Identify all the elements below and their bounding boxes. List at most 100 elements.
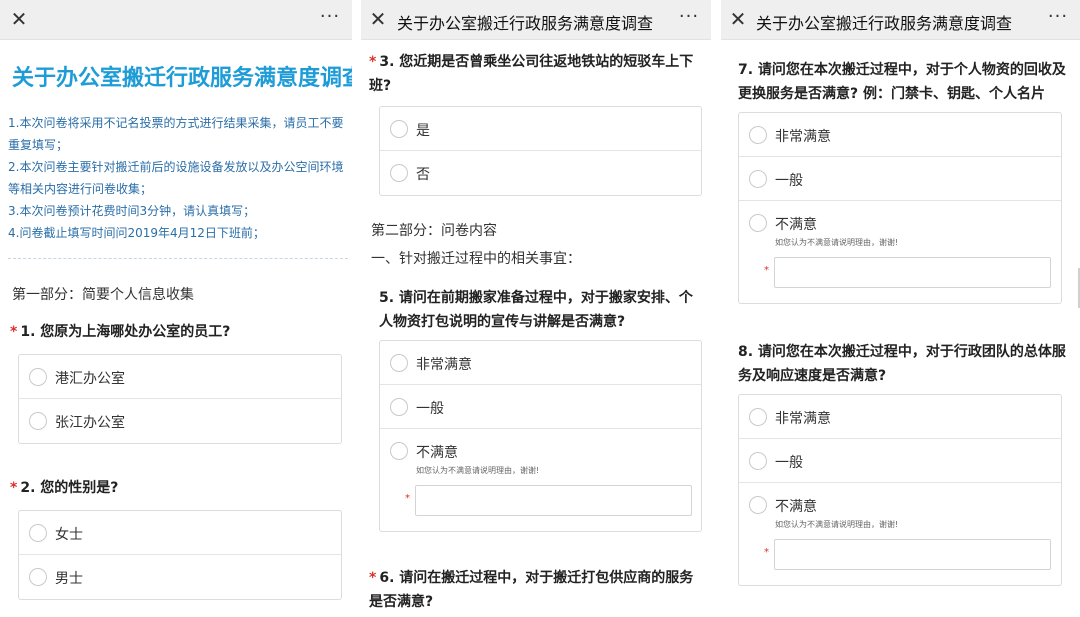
top-bar: ✕ ··· — [0, 0, 352, 40]
question-6: * 6. 请问在搬迁过程中，对于搬迁打包供应商的服务是否满意? — [369, 566, 703, 614]
option-label: 不满意 — [775, 499, 817, 515]
question-text: 3. 您近期是否曾乘坐公司往返地铁站的短驳车上下班? — [369, 54, 694, 94]
option-label: 否 — [416, 167, 430, 183]
survey-panel-2: ✕ 关于办公室搬迁行政服务满意度调查 ··· * 3. 您近期是否曾乘坐公司往返地… — [361, 0, 711, 617]
radio-icon[interactable] — [29, 524, 47, 542]
panel-gap — [352, 0, 361, 617]
question-3: * 3. 您近期是否曾乘坐公司往返地铁站的短驳车上下班? — [369, 50, 699, 98]
option-一般[interactable]: 一般 — [380, 385, 701, 429]
radio-icon[interactable] — [749, 170, 767, 188]
survey-title: 关于办公室搬迁行政服务满意度调查 — [12, 66, 352, 91]
option-label: 一般 — [775, 455, 803, 471]
intro-line: 1.本次问卷将采用不记名投票的方式进行结果采集，请员工不要重复填写； — [8, 116, 344, 152]
intro-line: 4.问卷截止填写时间问2019年4月12日下班前； — [8, 226, 265, 240]
option-label: 一般 — [775, 173, 803, 189]
option-女士[interactable]: 女士 — [19, 511, 341, 555]
option-label: 非常满意 — [775, 129, 831, 145]
radio-icon[interactable] — [29, 568, 47, 586]
radio-icon[interactable] — [390, 164, 408, 182]
more-icon[interactable]: ··· — [1046, 8, 1070, 29]
survey-intro: 1.本次问卷将采用不记名投票的方式进行结果采集，请员工不要重复填写； 2.本次问… — [8, 112, 352, 244]
radio-icon[interactable] — [29, 412, 47, 430]
top-bar: ✕ 关于办公室搬迁行政服务满意度调查 ··· — [361, 0, 711, 40]
required-mark: * — [405, 493, 410, 504]
radio-icon[interactable] — [390, 354, 408, 372]
option-港汇办公室[interactable]: 港汇办公室 — [19, 355, 341, 399]
question-5: 5. 请问在前期搬家准备过程中，对于搬家安排、个人物资打包说明的宣传与讲解是否满… — [379, 286, 703, 334]
option-非常满意[interactable]: 非常满意 — [739, 395, 1061, 439]
option-label: 是 — [416, 123, 430, 139]
radio-icon[interactable] — [390, 398, 408, 416]
option-一般[interactable]: 一般 — [739, 439, 1061, 483]
option-label: 非常满意 — [775, 411, 831, 427]
question-text: 5. 请问在前期搬家准备过程中，对于搬家安排、个人物资打包说明的宣传与讲解是否满… — [379, 290, 693, 330]
more-icon[interactable]: ··· — [318, 8, 342, 29]
question-1-options: 港汇办公室 张江办公室 — [18, 354, 342, 444]
question-3-options: 是 否 — [379, 106, 702, 196]
option-label: 非常满意 — [416, 357, 472, 373]
question-5-options: 非常满意 一般 不满意 如您认为不满意请说明理由，谢谢! * — [379, 340, 702, 532]
intro-line: 3.本次问卷预计花费时间3分钟，请认真填写； — [8, 204, 256, 218]
option-label: 一般 — [416, 401, 444, 417]
question-7: 7. 请问您在本次搬迁过程中，对于个人物资的回收及更换服务是否满意? 例：门禁卡… — [738, 58, 1066, 106]
radio-icon[interactable] — [749, 214, 767, 232]
close-icon[interactable]: ✕ — [8, 8, 30, 30]
close-icon[interactable]: ✕ — [367, 8, 389, 30]
required-mark: * — [369, 570, 377, 586]
radio-icon[interactable] — [749, 452, 767, 470]
option-一般[interactable]: 一般 — [739, 157, 1061, 201]
required-mark: * — [369, 54, 377, 70]
radio-icon[interactable] — [29, 368, 47, 386]
divider — [8, 258, 348, 259]
more-icon[interactable]: ··· — [677, 8, 701, 29]
question-text: 7. 请问您在本次搬迁过程中，对于个人物资的回收及更换服务是否满意? 例：门禁卡… — [738, 62, 1066, 102]
question-text: 1. 您原为上海哪处办公室的员工? — [20, 324, 231, 340]
question-2: * 2. 您的性别是? — [10, 476, 348, 500]
option-非常满意[interactable]: 非常满意 — [380, 341, 701, 385]
reason-hint: 如您认为不满意请说明理由，谢谢! — [416, 466, 540, 475]
option-是[interactable]: 是 — [380, 107, 701, 151]
bar-title: 关于办公室搬迁行政服务满意度调查 — [397, 14, 654, 33]
radio-icon[interactable] — [749, 126, 767, 144]
radio-icon[interactable] — [390, 442, 408, 460]
reason-input[interactable] — [415, 485, 692, 516]
intro-line: 2.本次问卷主要针对搬迁前后的设施设备发放以及办公空间环境等相关内容进行问卷收集… — [8, 160, 344, 196]
close-icon[interactable]: ✕ — [727, 8, 749, 30]
reason-input[interactable] — [774, 257, 1051, 288]
question-8-options: 非常满意 一般 不满意 如您认为不满意请说明理由，谢谢! * — [738, 394, 1062, 586]
option-不满意[interactable]: 不满意 如您认为不满意请说明理由，谢谢! * — [739, 201, 1061, 303]
option-label: 港汇办公室 — [55, 371, 125, 387]
option-label: 张江办公室 — [55, 415, 125, 431]
option-label: 不满意 — [416, 445, 458, 461]
option-不满意[interactable]: 不满意 如您认为不满意请说明理由，谢谢! * — [380, 429, 701, 531]
question-text: 8. 请问您在本次搬迁过程中，对于行政团队的总体服务及响应速度是否满意? — [738, 344, 1066, 384]
bar-title: 关于办公室搬迁行政服务满意度调查 — [756, 14, 1013, 33]
question-1: * 1. 您原为上海哪处办公室的员工? — [10, 320, 348, 344]
reason-hint: 如您认为不满意请说明理由，谢谢! — [775, 238, 899, 247]
option-否[interactable]: 否 — [380, 151, 701, 195]
radio-icon[interactable] — [390, 120, 408, 138]
option-不满意[interactable]: 不满意 如您认为不满意请说明理由，谢谢! * — [739, 483, 1061, 585]
option-张江办公室[interactable]: 张江办公室 — [19, 399, 341, 443]
section-heading: 第一部分：简要个人信息收集 — [12, 287, 194, 303]
survey-panel-3: ✕ 关于办公室搬迁行政服务满意度调查 ··· 7. 请问您在本次搬迁过程中，对于… — [721, 0, 1080, 617]
required-mark: * — [10, 324, 18, 340]
question-8: 8. 请问您在本次搬迁过程中，对于行政团队的总体服务及响应速度是否满意? — [738, 340, 1066, 388]
subsection-heading: 一、针对搬迁过程中的相关事宜： — [371, 251, 581, 267]
top-bar: ✕ 关于办公室搬迁行政服务满意度调查 ··· — [721, 0, 1080, 40]
required-mark: * — [10, 480, 18, 496]
option-非常满意[interactable]: 非常满意 — [739, 113, 1061, 157]
option-label: 不满意 — [775, 217, 817, 233]
survey-panel-1: ✕ ··· 关于办公室搬迁行政服务满意度调查 1.本次问卷将采用不记名投票的方式… — [0, 0, 352, 617]
option-男士[interactable]: 男士 — [19, 555, 341, 599]
question-7-options: 非常满意 一般 不满意 如您认为不满意请说明理由，谢谢! * — [738, 112, 1062, 304]
reason-hint: 如您认为不满意请说明理由，谢谢! — [775, 520, 899, 529]
option-label: 男士 — [55, 571, 83, 587]
radio-icon[interactable] — [749, 408, 767, 426]
question-2-options: 女士 男士 — [18, 510, 342, 600]
panel-gap — [711, 0, 721, 617]
reason-input[interactable] — [774, 539, 1051, 570]
radio-icon[interactable] — [749, 496, 767, 514]
required-mark: * — [764, 265, 769, 276]
question-text: 2. 您的性别是? — [20, 480, 119, 496]
